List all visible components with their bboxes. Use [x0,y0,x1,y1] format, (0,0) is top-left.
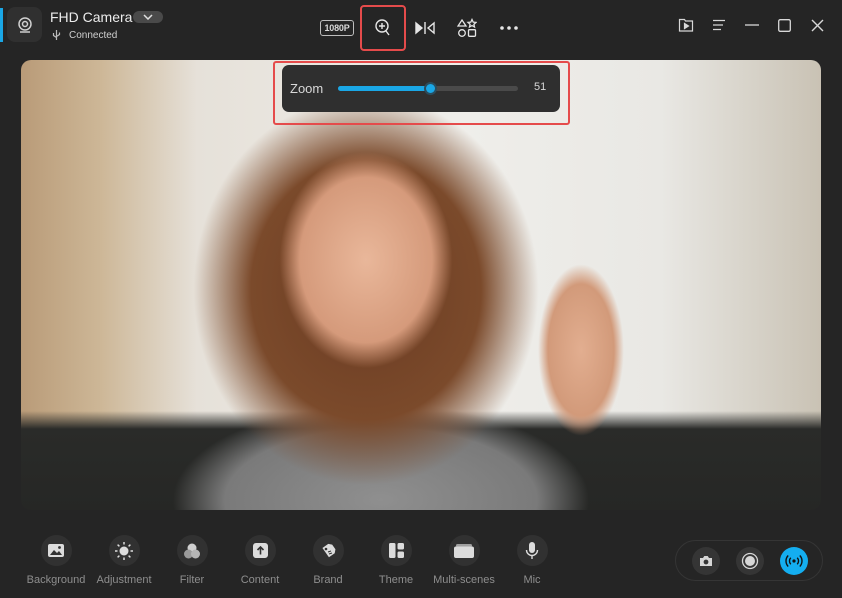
connection-status: Connected [52,29,117,41]
menu-icon [712,19,725,31]
tool-multi-scenes[interactable]: Multi-scenes [430,535,498,586]
mic-icon [525,541,539,559]
tool-theme-label: Theme [378,574,414,586]
record-icon [741,552,759,570]
snapshot-button[interactable] [692,547,720,575]
minimize-icon [744,24,759,26]
shapes-icon [457,18,477,37]
chevron-down-icon [143,14,153,20]
mirror-flip-icon [415,21,435,35]
zoom-slider[interactable] [338,82,518,95]
upload-icon [252,543,268,558]
tag-icon [322,543,336,557]
connection-status-text: Connected [69,29,118,41]
tool-filter[interactable]: Filter [158,535,226,586]
filter-circles-icon [184,543,200,558]
tool-background[interactable]: Background [22,535,90,586]
zoom-in-icon [375,19,390,36]
tool-content-label: Content [240,574,280,586]
title-bar: FHD Camera Connected 1080P [0,0,842,52]
center-toolbar: 1080P [316,5,530,51]
recordings-folder-icon [678,18,693,32]
layout-icon [388,543,404,558]
menu-button[interactable] [702,8,735,42]
close-button[interactable] [801,8,834,42]
zoom-panel: Zoom 51 [282,65,560,112]
maximize-button[interactable] [768,8,801,42]
zoom-value: 51 [534,81,547,93]
zoom-slider-thumb[interactable] [423,82,437,95]
tool-mic[interactable]: Mic [498,535,566,586]
camera-name: FHD Camera [50,9,133,25]
tool-mic-label: Mic [523,574,541,586]
image-icon [48,544,64,557]
camera-avatar[interactable] [7,7,42,42]
camera-icon [700,556,712,566]
tool-adjustment[interactable]: Adjustment [90,535,158,586]
usb-icon [52,30,61,40]
tool-brand[interactable]: Brand [294,535,362,586]
tool-adjustment-label: Adjustment [96,574,152,586]
recordings-button[interactable] [669,8,702,42]
resolution-button[interactable]: 1080P [316,10,358,46]
scenes-icon [454,543,474,558]
capture-controls [675,540,823,581]
tool-background-label: Background [26,574,86,586]
webcam-icon [17,16,32,33]
tool-content[interactable]: Content [226,535,294,586]
tool-brand-label: Brand [313,574,343,586]
zoom-button[interactable] [360,5,406,51]
effects-button[interactable] [446,10,488,46]
sun-icon [115,541,133,560]
maximize-icon [778,18,791,32]
zoom-slider-fill [338,86,430,91]
close-icon [811,19,824,31]
window-controls [669,8,834,42]
camera-preview[interactable] [21,60,821,510]
more-button[interactable] [488,10,530,46]
zoom-label: Zoom [290,81,324,96]
tool-multi-scenes-label: Multi-scenes [433,574,495,586]
record-button[interactable] [736,547,764,575]
more-icon [500,26,518,30]
minimize-button[interactable] [735,8,768,42]
camera-select-dropdown[interactable] [133,11,163,23]
bottom-toolbar: Background Adjustment Filter Content Bra… [22,535,566,586]
resolution-badge: 1080P [320,20,354,36]
tool-theme[interactable]: Theme [362,535,430,586]
live-stream-button[interactable] [780,547,808,575]
tool-filter-label: Filter [179,574,205,586]
broadcast-icon [785,555,803,567]
mirror-button[interactable] [404,10,446,46]
